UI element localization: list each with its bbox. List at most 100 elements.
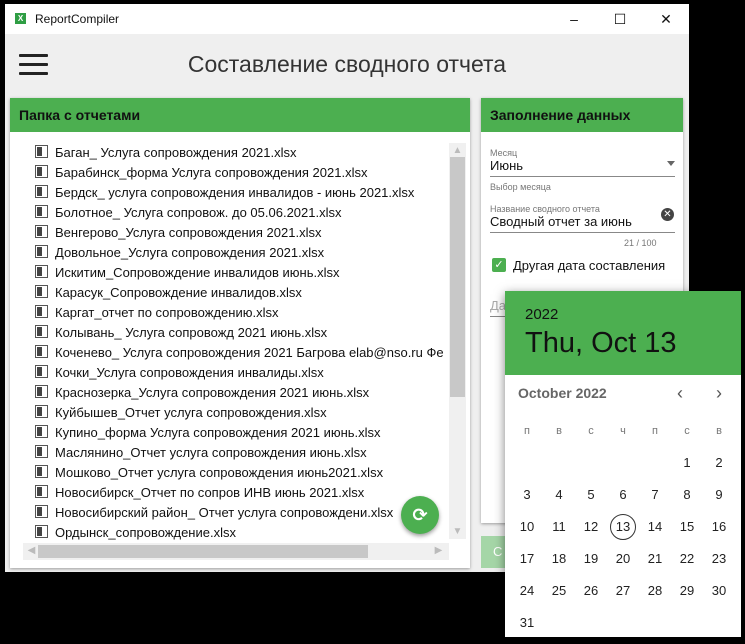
month-select[interactable]: Июнь bbox=[490, 158, 523, 173]
refresh-button[interactable]: ⟳ bbox=[401, 496, 439, 534]
horizontal-scroll-thumb[interactable] bbox=[38, 545, 368, 558]
calendar-day[interactable]: 2 bbox=[703, 447, 735, 479]
excel-file-icon bbox=[35, 385, 48, 398]
file-list-item[interactable]: Венгерово_Услуга сопровождения 2021.xlsx bbox=[35, 223, 450, 243]
calendar-day[interactable]: 15 bbox=[671, 511, 703, 543]
calendar-day[interactable]: 28 bbox=[639, 575, 671, 607]
file-list-item[interactable]: Баган_ Услуга сопровождения 2021.xlsx bbox=[35, 143, 450, 163]
excel-app-icon: X bbox=[15, 13, 26, 24]
scroll-right-icon[interactable]: ▶ bbox=[430, 545, 447, 556]
month-label: Месяц bbox=[490, 148, 518, 158]
calendar-day[interactable]: 5 bbox=[575, 479, 607, 511]
calendar-day[interactable]: 21 bbox=[639, 543, 671, 575]
calendar-day[interactable]: 20 bbox=[607, 543, 639, 575]
file-name: Баган_ Услуга сопровождения 2021.xlsx bbox=[55, 145, 297, 160]
month-helper: Выбор месяца bbox=[490, 182, 551, 192]
file-list-item[interactable]: Болотное_ Услуга сопровож. до 05.06.2021… bbox=[35, 203, 450, 223]
calendar-month-label[interactable]: October 2022 bbox=[518, 385, 607, 401]
report-name-label: Название сводного отчета bbox=[490, 204, 600, 214]
calendar-day[interactable]: 11 bbox=[543, 511, 575, 543]
excel-file-icon bbox=[35, 465, 48, 478]
excel-file-icon bbox=[35, 425, 48, 438]
window-title: ReportCompiler bbox=[35, 12, 120, 26]
weekday-header: п bbox=[652, 425, 658, 437]
vertical-scrollbar[interactable]: ▲ ▼ bbox=[449, 143, 466, 539]
calendar-day[interactable]: 18 bbox=[543, 543, 575, 575]
file-list-item[interactable]: Кочки_Услуга сопровождения инвалиды.xlsx bbox=[35, 363, 450, 383]
calendar-day[interactable]: 7 bbox=[639, 479, 671, 511]
excel-file-icon bbox=[35, 165, 48, 178]
page-title: Составление сводного отчета bbox=[187, 51, 507, 77]
calendar-day[interactable]: 6 bbox=[607, 479, 639, 511]
calendar-day[interactable]: 29 bbox=[671, 575, 703, 607]
file-list-item[interactable]: Каргат_отчет по сопровождению.xlsx bbox=[35, 303, 450, 323]
weekday-header: с bbox=[588, 425, 594, 437]
scroll-down-icon[interactable]: ▼ bbox=[449, 526, 466, 537]
calendar-day[interactable]: 9 bbox=[703, 479, 735, 511]
calendar-day[interactable]: 23 bbox=[703, 543, 735, 575]
calendar-day[interactable]: 10 bbox=[511, 511, 543, 543]
report-name-input[interactable]: Сводный отчет за июнь bbox=[490, 214, 632, 229]
file-list-item[interactable]: Колывань_ Услуга сопровожд 2021 июнь.xls… bbox=[35, 323, 450, 343]
calendar-day[interactable]: 26 bbox=[575, 575, 607, 607]
weekday-header: в bbox=[716, 425, 722, 437]
calendar-day[interactable]: 22 bbox=[671, 543, 703, 575]
calendar-day[interactable]: 27 bbox=[607, 575, 639, 607]
file-list-item[interactable]: Карасук_Сопровождение инвалидов.xlsx bbox=[35, 283, 450, 303]
file-list-item[interactable]: Искитим_Сопровождение инвалидов июнь.xls… bbox=[35, 263, 450, 283]
calendar-day[interactable]: 30 bbox=[703, 575, 735, 607]
other-date-checkbox[interactable]: ✓ bbox=[492, 258, 506, 272]
scroll-up-icon[interactable]: ▲ bbox=[449, 145, 466, 156]
file-list-item[interactable]: Маслянино_Отчет услуга сопровождения июн… bbox=[35, 443, 450, 463]
file-list-item[interactable]: Новосибирский район_ Отчет услуга сопров… bbox=[35, 503, 450, 523]
calendar-day[interactable]: 1 bbox=[671, 447, 703, 479]
weekday-header: п bbox=[524, 425, 530, 437]
excel-file-icon bbox=[35, 245, 48, 258]
maximize-button[interactable]: ☐ bbox=[597, 4, 643, 34]
file-list-item[interactable]: Барабинск_форма Услуга сопровождения 202… bbox=[35, 163, 450, 183]
month-underline bbox=[490, 176, 675, 177]
file-list-item[interactable]: Мошково_Отчет услуга сопровождения июнь2… bbox=[35, 463, 450, 483]
minimize-button[interactable]: – bbox=[551, 4, 597, 34]
calendar-day[interactable]: 17 bbox=[511, 543, 543, 575]
calendar-day[interactable]: 31 bbox=[511, 607, 543, 639]
chevron-left-icon[interactable]: ‹ bbox=[677, 383, 683, 404]
calendar-day[interactable]: 12 bbox=[575, 511, 607, 543]
file-list-item[interactable]: Новосибирск_Отчет по сопров ИНВ июнь 202… bbox=[35, 483, 450, 503]
chevron-right-icon[interactable]: › bbox=[716, 383, 722, 404]
reports-folder-title: Папка с отчетами bbox=[10, 98, 470, 132]
excel-file-icon bbox=[35, 525, 48, 538]
horizontal-scrollbar[interactable]: ◀ ▶ bbox=[23, 543, 449, 560]
close-button[interactable]: ✕ bbox=[643, 4, 689, 34]
data-entry-title: Заполнение данных bbox=[481, 98, 683, 132]
calendar-day[interactable]: 24 bbox=[511, 575, 543, 607]
calendar-day[interactable]: 14 bbox=[639, 511, 671, 543]
file-list-item[interactable]: Бердск_ услуга сопровождения инвалидов -… bbox=[35, 183, 450, 203]
excel-file-icon bbox=[35, 185, 48, 198]
file-name: Куйбышев_Отчет услуга сопровождения.xlsx bbox=[55, 405, 327, 420]
calendar-day[interactable]: 4 bbox=[543, 479, 575, 511]
file-list-item[interactable]: Ордынск_сопровождение.xlsx bbox=[35, 523, 450, 543]
date-input[interactable]: Да bbox=[490, 298, 506, 313]
weekday-header: ч bbox=[620, 425, 626, 437]
calendar-day[interactable]: 19 bbox=[575, 543, 607, 575]
calendar-day-selected[interactable]: 13 bbox=[607, 511, 639, 543]
clear-icon[interactable]: ✕ bbox=[661, 208, 674, 221]
file-name: Карасук_Сопровождение инвалидов.xlsx bbox=[55, 285, 302, 300]
calendar-day[interactable]: 16 bbox=[703, 511, 735, 543]
dropdown-arrow-icon[interactable] bbox=[667, 161, 675, 166]
calendar-day[interactable]: 3 bbox=[511, 479, 543, 511]
excel-file-icon bbox=[35, 365, 48, 378]
weekday-header: в bbox=[556, 425, 562, 437]
file-list[interactable]: Баган_ Услуга сопровождения 2021.xlsx Бар… bbox=[35, 143, 450, 543]
file-list-item[interactable]: Коченево_ Услуга сопровождения 2021 Багр… bbox=[35, 343, 450, 363]
calendar-day[interactable]: 25 bbox=[543, 575, 575, 607]
file-list-item[interactable]: Краснозерка_Услуга сопровождения 2021 ию… bbox=[35, 383, 450, 403]
vertical-scroll-thumb[interactable] bbox=[450, 157, 465, 397]
file-list-item[interactable]: Куйбышев_Отчет услуга сопровождения.xlsx bbox=[35, 403, 450, 423]
calendar-day[interactable]: 8 bbox=[671, 479, 703, 511]
file-list-item[interactable]: Довольное_Услуга сопровождения 2021.xlsx bbox=[35, 243, 450, 263]
file-name: Новосибирский район_ Отчет услуга сопров… bbox=[55, 505, 394, 520]
selected-year[interactable]: 2022 bbox=[525, 306, 558, 323]
file-list-item[interactable]: Купино_форма Услуга сопровождения 2021 и… bbox=[35, 423, 450, 443]
